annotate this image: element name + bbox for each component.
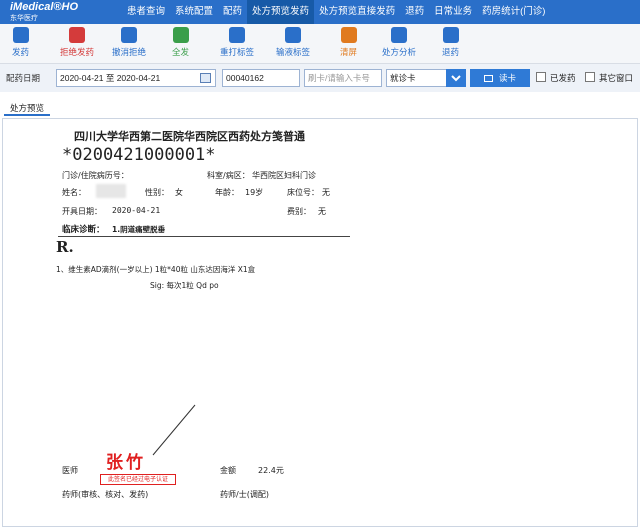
refuse-icon — [69, 27, 85, 43]
tab-prescription-preview[interactable]: 处方预览 — [4, 100, 51, 116]
diagnosis-value: 1.阴道痛壁脱垂 — [112, 225, 166, 234]
dispense-date-label: 配药日期 — [6, 73, 41, 83]
clear-screen-icon — [340, 27, 357, 43]
barcode-number: *0200421000001* — [62, 145, 216, 165]
tab-4[interactable]: 处方预览直接发药 — [314, 0, 400, 24]
tab-6[interactable]: 日常业务 — [429, 0, 477, 24]
toolbar-button-label: 拒绝发药 — [60, 47, 95, 57]
toolbar-button-6[interactable]: 清屏 — [340, 27, 357, 61]
rx-symbol: R. — [56, 238, 74, 256]
brand-name: iMedical®HO — [10, 1, 79, 13]
toolbar-button-4[interactable]: 重打标签 — [220, 27, 254, 61]
review-pharmacist-label: 药师(审核、核对、发药) — [62, 490, 149, 499]
sex-label: 性别： — [145, 188, 169, 197]
calendar-icon[interactable] — [200, 73, 211, 83]
dispense-all-icon — [172, 27, 189, 43]
nav-tabs: 患者查询 系统配置 配药 处方预览发药 处方预览直接发药 退药 日常业务 药房统计(门诊) — [122, 0, 550, 24]
toolbar-button-0[interactable]: 发药 — [12, 27, 29, 61]
dispensed-label: 已发药 — [550, 73, 576, 83]
department-label: 科室/病区： — [207, 171, 250, 180]
sex-value: 女 — [175, 188, 183, 197]
toolbar-button-8[interactable]: 退药 — [442, 27, 459, 61]
toolbar-button-label: 退药 — [442, 47, 460, 57]
doctor-signature: 张竹 — [106, 453, 146, 473]
brand-subtitle: 东华医疗 — [10, 15, 38, 22]
read-card-button[interactable]: 读卡 — [470, 69, 530, 87]
drug-line: 1、维生素AD滴剂(一岁以上) 1粒*40粒 山东达因海洋 X1盒 — [56, 265, 256, 274]
toolbar-button-1[interactable]: 拒绝发药 — [60, 27, 94, 61]
preparing-pharmacist-label: 药师/士(调配) — [220, 490, 269, 499]
fee-category-label: 费别： — [287, 207, 311, 216]
redacted-patient-name — [96, 184, 126, 198]
e-signature-seal: 此签名已经过电子认证 — [100, 474, 176, 485]
header-divider — [58, 236, 350, 237]
search-bar: 配药日期 2020-04-21 至 2020-04-21 00040162 刷卡… — [0, 64, 640, 92]
bed-label: 床位号： — [287, 188, 319, 197]
tab-7[interactable]: 药房统计(门诊) — [477, 0, 550, 24]
brand-logo: iMedical®HO 东华医疗 — [0, 0, 122, 24]
registration-number-input[interactable]: 00040162 — [222, 69, 300, 87]
chevron-down-icon[interactable] — [446, 69, 466, 87]
toolbar-button-label: 清屏 — [340, 47, 358, 57]
analysis-icon — [391, 27, 407, 43]
card-reader-icon — [483, 75, 493, 82]
toolbar-button-7[interactable]: 处方分析 — [382, 27, 416, 61]
toolbar-button-3[interactable]: 全发 — [172, 27, 189, 61]
card-number-input[interactable]: 刷卡/请输入卡号 — [304, 69, 382, 87]
action-toolbar: 发药 拒绝发药 撤消拒绝 全发 重打标签 输液标签 清屏 处方分析 退药 — [0, 24, 640, 64]
tab-3[interactable]: 处方预览发药 — [247, 0, 315, 24]
other-window-checkbox[interactable] — [585, 72, 595, 82]
visit-number-label: 门诊/住院病历号： — [62, 171, 129, 180]
toolbar-button-label: 撤消拒绝 — [112, 47, 147, 57]
toolbar-button-label: 全发 — [172, 47, 190, 57]
doctor-signature-stamp: 张竹 此签名已经过电子认证 — [100, 448, 176, 488]
tab-5[interactable]: 退药 — [400, 0, 429, 24]
toolbar-button-label: 处方分析 — [382, 47, 417, 57]
card-type-value: 就诊卡 — [390, 73, 416, 83]
amount-value: 22.4元 — [258, 466, 284, 475]
fee-category-value: 无 — [318, 207, 326, 216]
age-value: 19岁 — [245, 188, 264, 197]
toolbar-button-label: 发药 — [12, 47, 30, 57]
department-value: 华西院区妇科门诊 — [252, 171, 316, 180]
dispensed-checkbox[interactable] — [536, 72, 546, 82]
amount-label: 金额 — [220, 466, 236, 475]
age-label: 年龄： — [215, 188, 239, 197]
dispense-icon — [12, 27, 29, 43]
dosage-instructions: Sig: 每次1粒 Qd po — [150, 281, 219, 290]
toolbar-button-2[interactable]: 撤消拒绝 — [112, 27, 146, 61]
tab-2[interactable]: 配药 — [218, 0, 247, 24]
issue-date-value: 2020-04-21 — [112, 206, 161, 215]
issue-date-label: 开具日期： — [62, 207, 102, 216]
infusion-label-icon — [285, 27, 301, 43]
date-range-input[interactable]: 2020-04-21 至 2020-04-21 — [56, 69, 216, 87]
bed-value: 无 — [322, 188, 330, 197]
other-window-label: 其它窗口 — [599, 73, 634, 83]
patient-name-label: 姓名： — [62, 188, 86, 197]
tab-1[interactable]: 系统配置 — [170, 0, 218, 24]
toolbar-button-5[interactable]: 输液标签 — [276, 27, 310, 61]
doctor-label: 医师 — [62, 466, 78, 475]
return-icon — [442, 27, 459, 43]
toolbar-button-label: 重打标签 — [220, 47, 255, 57]
diagnosis-label: 临床诊断： — [62, 225, 105, 235]
undo-refuse-icon — [121, 27, 137, 43]
tab-0[interactable]: 患者查询 — [122, 0, 170, 24]
hospital-title: 四川大学华西第二医院华西院区西药处方笺普通 — [74, 130, 305, 143]
read-card-label: 读卡 — [498, 73, 516, 83]
reprint-label-icon — [229, 27, 245, 43]
top-navigation-bar: iMedical®HO 东华医疗 患者查询 系统配置 配药 处方预览发药 处方预览直接发… — [0, 0, 640, 24]
toolbar-button-label: 输液标签 — [276, 47, 311, 57]
